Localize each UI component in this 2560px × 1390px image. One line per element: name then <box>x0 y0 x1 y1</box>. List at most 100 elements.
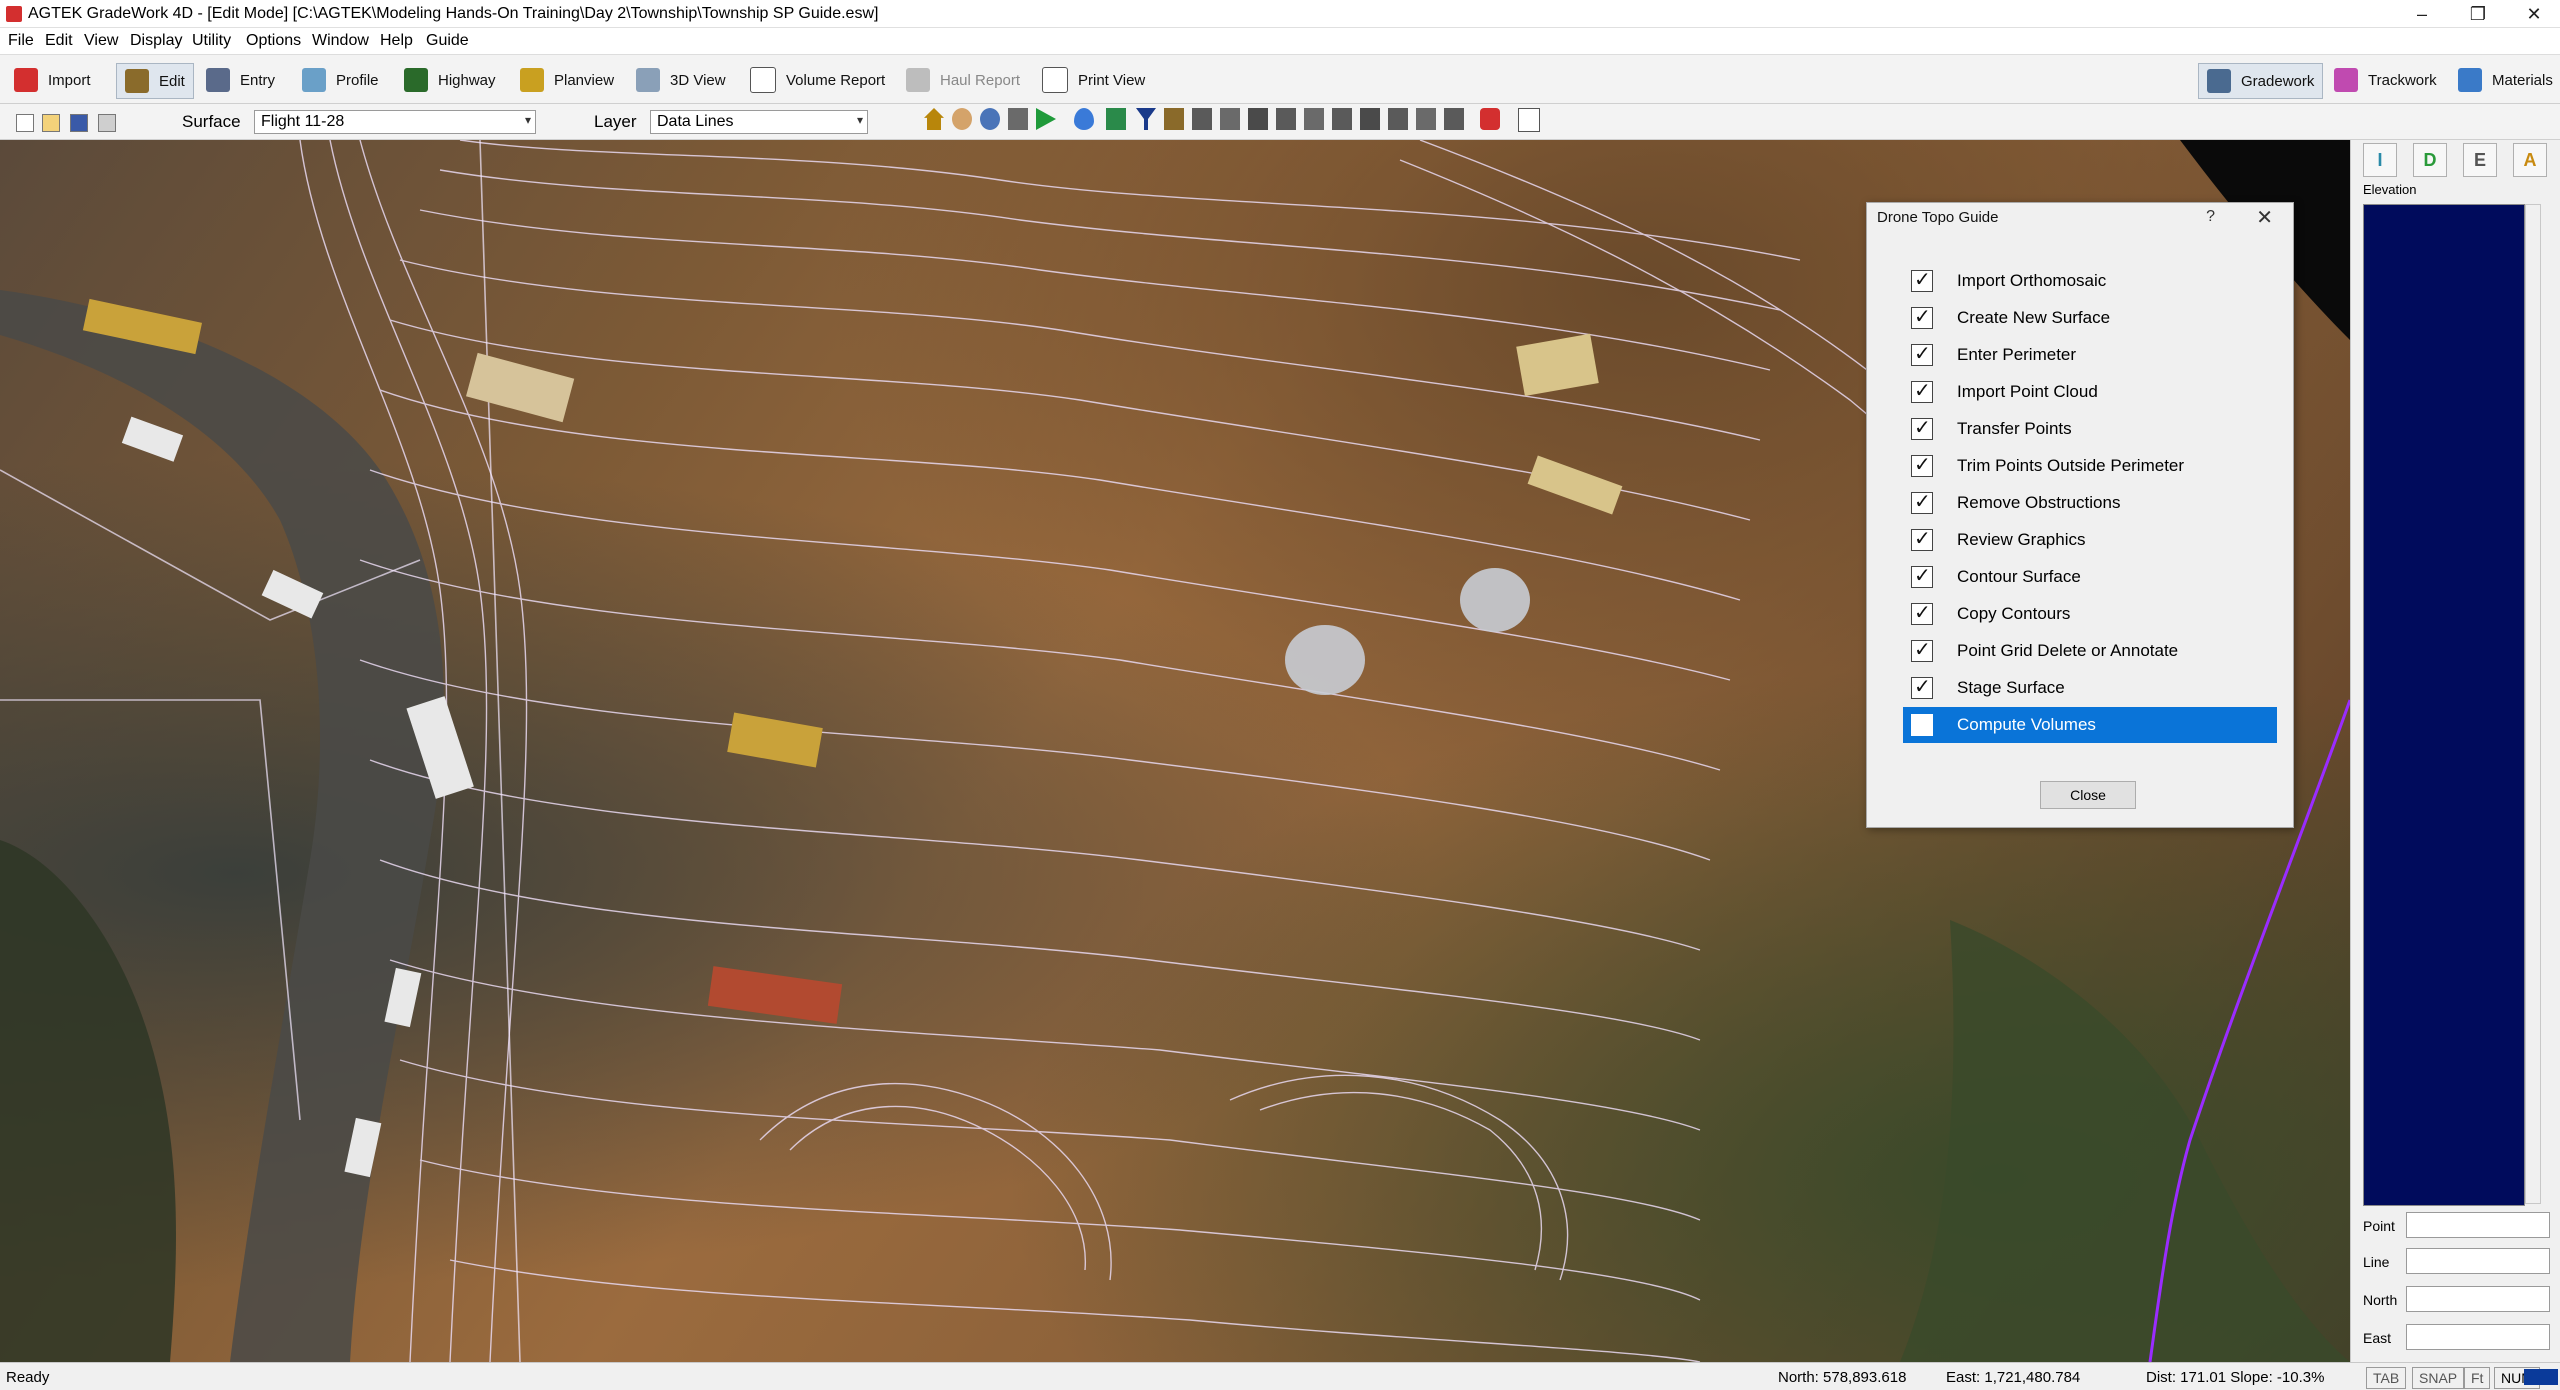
step-review-graphics[interactable]: ✓ Review Graphics <box>1903 522 2277 558</box>
menu-edit[interactable]: Edit <box>45 32 73 50</box>
menu-window[interactable]: Window <box>312 32 369 50</box>
step-enter-perimeter[interactable]: ✓ Enter Perimeter <box>1903 337 2277 373</box>
zoom-window-icon[interactable] <box>1008 108 1028 130</box>
step-transfer-points[interactable]: ✓ Transfer Points <box>1903 411 2277 447</box>
highway-button[interactable]: Highway <box>404 63 496 97</box>
status-dist-slope: Dist: 171.01 Slope: -10.3% <box>2146 1369 2325 1386</box>
dialog-close-icon[interactable]: ✕ <box>2256 205 2273 230</box>
step-checkbox[interactable]: ✓ <box>1911 343 1933 366</box>
volume-report-button[interactable]: Volume Report <box>750 63 885 97</box>
step-checkbox[interactable]: ✓ <box>1911 306 1933 329</box>
drop-icon[interactable] <box>1074 108 1094 130</box>
step-checkbox[interactable]: ✓ <box>1911 528 1933 551</box>
app-icon <box>6 6 22 22</box>
3d-view-button[interactable]: 3D View <box>636 63 726 97</box>
pan-hand-icon[interactable] <box>952 108 972 130</box>
step-copy-contours[interactable]: ✓ Copy Contours <box>1903 596 2277 632</box>
menu-guide[interactable]: Guide <box>426 32 469 50</box>
maximize-button[interactable]: ❐ <box>2450 0 2506 28</box>
planview-button[interactable]: Planview <box>520 63 614 97</box>
planview-label: Planview <box>554 71 615 89</box>
trim-tool-icon[interactable] <box>1360 108 1380 130</box>
step-checkbox[interactable]: ✓ <box>1911 565 1933 588</box>
menu-display[interactable]: Display <box>130 32 182 50</box>
line-field[interactable] <box>2406 1248 2550 1274</box>
step-import-point-cloud[interactable]: ✓ Import Point Cloud <box>1903 374 2277 410</box>
north-field[interactable] <box>2406 1286 2550 1312</box>
curve-tool-icon[interactable] <box>1192 108 1212 130</box>
minimize-button[interactable]: – <box>2394 0 2450 28</box>
import-button[interactable]: Import <box>14 63 91 97</box>
menu-help[interactable]: Help <box>380 32 413 50</box>
break-line-icon[interactable] <box>1304 108 1324 130</box>
profile-button[interactable]: Profile <box>302 63 379 97</box>
step-point-grid[interactable]: ✓ Point Grid Delete or Annotate <box>1903 633 2277 669</box>
menu-utility[interactable]: Utility <box>192 32 231 50</box>
gradework-button[interactable]: Gradework <box>2198 63 2324 99</box>
haul-report-button[interactable]: Haul Report <box>906 63 1020 97</box>
open-folder-icon[interactable] <box>42 114 60 132</box>
menu-view[interactable]: View <box>84 32 118 50</box>
trackwork-button[interactable]: Trackwork <box>2334 63 2437 97</box>
elevation-tool-icon[interactable] <box>1416 108 1436 130</box>
refresh-icon[interactable] <box>1106 108 1126 130</box>
edit-button[interactable]: Edit <box>116 63 194 99</box>
layer-value: Data Lines <box>657 113 734 130</box>
trackwork-label: Trackwork <box>2368 71 2437 89</box>
step-checkbox[interactable]: ✓ <box>1911 639 1933 662</box>
extend-tool-icon[interactable] <box>1388 108 1408 130</box>
print-view-button[interactable]: Print View <box>1042 63 1145 97</box>
survey-icon[interactable] <box>1164 108 1184 130</box>
info-d-button[interactable]: D <box>2413 143 2447 177</box>
print-icon[interactable] <box>98 114 116 132</box>
close-button[interactable]: Close <box>2040 781 2136 809</box>
ft-indicator: Ft <box>2464 1367 2491 1389</box>
step-create-new-surface[interactable]: ✓ Create New Surface <box>1903 300 2277 336</box>
point-field[interactable] <box>2406 1212 2550 1238</box>
help-button[interactable]: ? <box>2206 208 2215 226</box>
grid-tool-icon[interactable] <box>1220 108 1240 130</box>
new-file-icon[interactable] <box>16 114 34 132</box>
step-remove-obstructions[interactable]: ✓ Remove Obstructions <box>1903 485 2277 521</box>
chevron-down-icon: ▾ <box>524 113 531 127</box>
east-field[interactable] <box>2406 1324 2550 1350</box>
save-icon[interactable] <box>70 114 88 132</box>
step-checkbox[interactable]: ✓ <box>1911 676 1933 699</box>
step-checkbox[interactable]: ✓ <box>1911 380 1933 403</box>
step-checkbox[interactable]: ✓ <box>1911 417 1933 440</box>
entry-button[interactable]: Entry <box>206 63 275 97</box>
step-label: Import Orthomosaic <box>1957 271 2107 290</box>
step-checkbox[interactable]: ✓ <box>1911 454 1933 477</box>
highway-icon <box>404 68 428 92</box>
info-i-button[interactable]: I <box>2363 143 2397 177</box>
step-checkbox[interactable]: ✓ <box>1911 269 1933 292</box>
align-tool-icon[interactable] <box>1276 108 1296 130</box>
close-window-button[interactable]: ✕ <box>2506 0 2560 28</box>
step-compute-volumes[interactable]: Compute Volumes <box>1903 707 2277 743</box>
info-a-button[interactable]: A <box>2513 143 2547 177</box>
menu-options[interactable]: Options <box>246 32 301 50</box>
zoom-icon[interactable] <box>980 108 1000 130</box>
offset-tool-icon[interactable] <box>1332 108 1352 130</box>
menu-file[interactable]: File <box>8 32 34 50</box>
materials-button[interactable]: Materials <box>2458 63 2553 97</box>
step-stage-surface[interactable]: ✓ Stage Surface <box>1903 670 2277 706</box>
step-trim-points[interactable]: ✓ Trim Points Outside Perimeter <box>1903 448 2277 484</box>
layers-tool-icon[interactable] <box>1248 108 1268 130</box>
layer-select[interactable]: Data Lines ▾ <box>650 110 868 134</box>
step-checkbox[interactable]: ✓ <box>1911 491 1933 514</box>
elevation-scrollbar[interactable] <box>2525 204 2541 1204</box>
step-checkbox[interactable] <box>1911 714 1933 736</box>
north-label: North <box>2363 1292 2398 1308</box>
stop-icon[interactable] <box>1480 108 1500 130</box>
step-import-orthomosaic[interactable]: ✓ Import Orthomosaic <box>1903 263 2277 299</box>
info-e-button[interactable]: E <box>2463 143 2497 177</box>
slope-tool-icon[interactable] <box>1444 108 1464 130</box>
step-contour-surface[interactable]: ✓ Contour Surface <box>1903 559 2277 595</box>
step-checkbox[interactable]: ✓ <box>1911 602 1933 625</box>
surface-select[interactable]: Flight 11-28 ▾ <box>254 110 536 134</box>
step-label: Point Grid Delete or Annotate <box>1957 641 2179 660</box>
report-icon[interactable] <box>1518 108 1540 132</box>
step-label: Create New Surface <box>1957 308 2111 327</box>
checkmark-icon: ✓ <box>1914 639 1931 661</box>
